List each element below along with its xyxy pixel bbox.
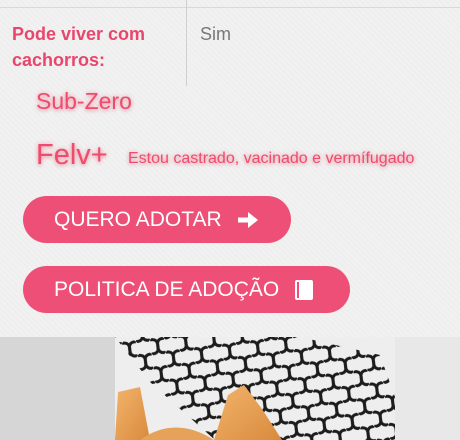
column-divider [186,0,187,86]
health-status-tag: Estou castrado, vacinado e vermífugado [128,150,415,167]
info-value: Sim [200,24,231,44]
felv-tag: Felv+ [36,139,108,171]
adopt-button[interactable]: QUERO ADOTAR [23,196,291,243]
top-divider [0,0,460,8]
adoption-policy-label: POLITICA DE ADOÇÃO [54,277,280,301]
arrow-right-icon [237,211,259,229]
adoption-policy-button[interactable]: POLITICA DE ADOÇÃO [23,266,350,313]
cat-photo [0,337,460,440]
pet-name-tag: Sub-Zero [36,88,132,114]
adopt-button-label: QUERO ADOTAR [54,207,222,231]
info-label: Pode viver com cachorros: [12,24,146,70]
pet-details-panel: Pode viver com cachorros: Sim Sub-Zero F… [0,0,460,337]
book-icon [294,279,314,301]
